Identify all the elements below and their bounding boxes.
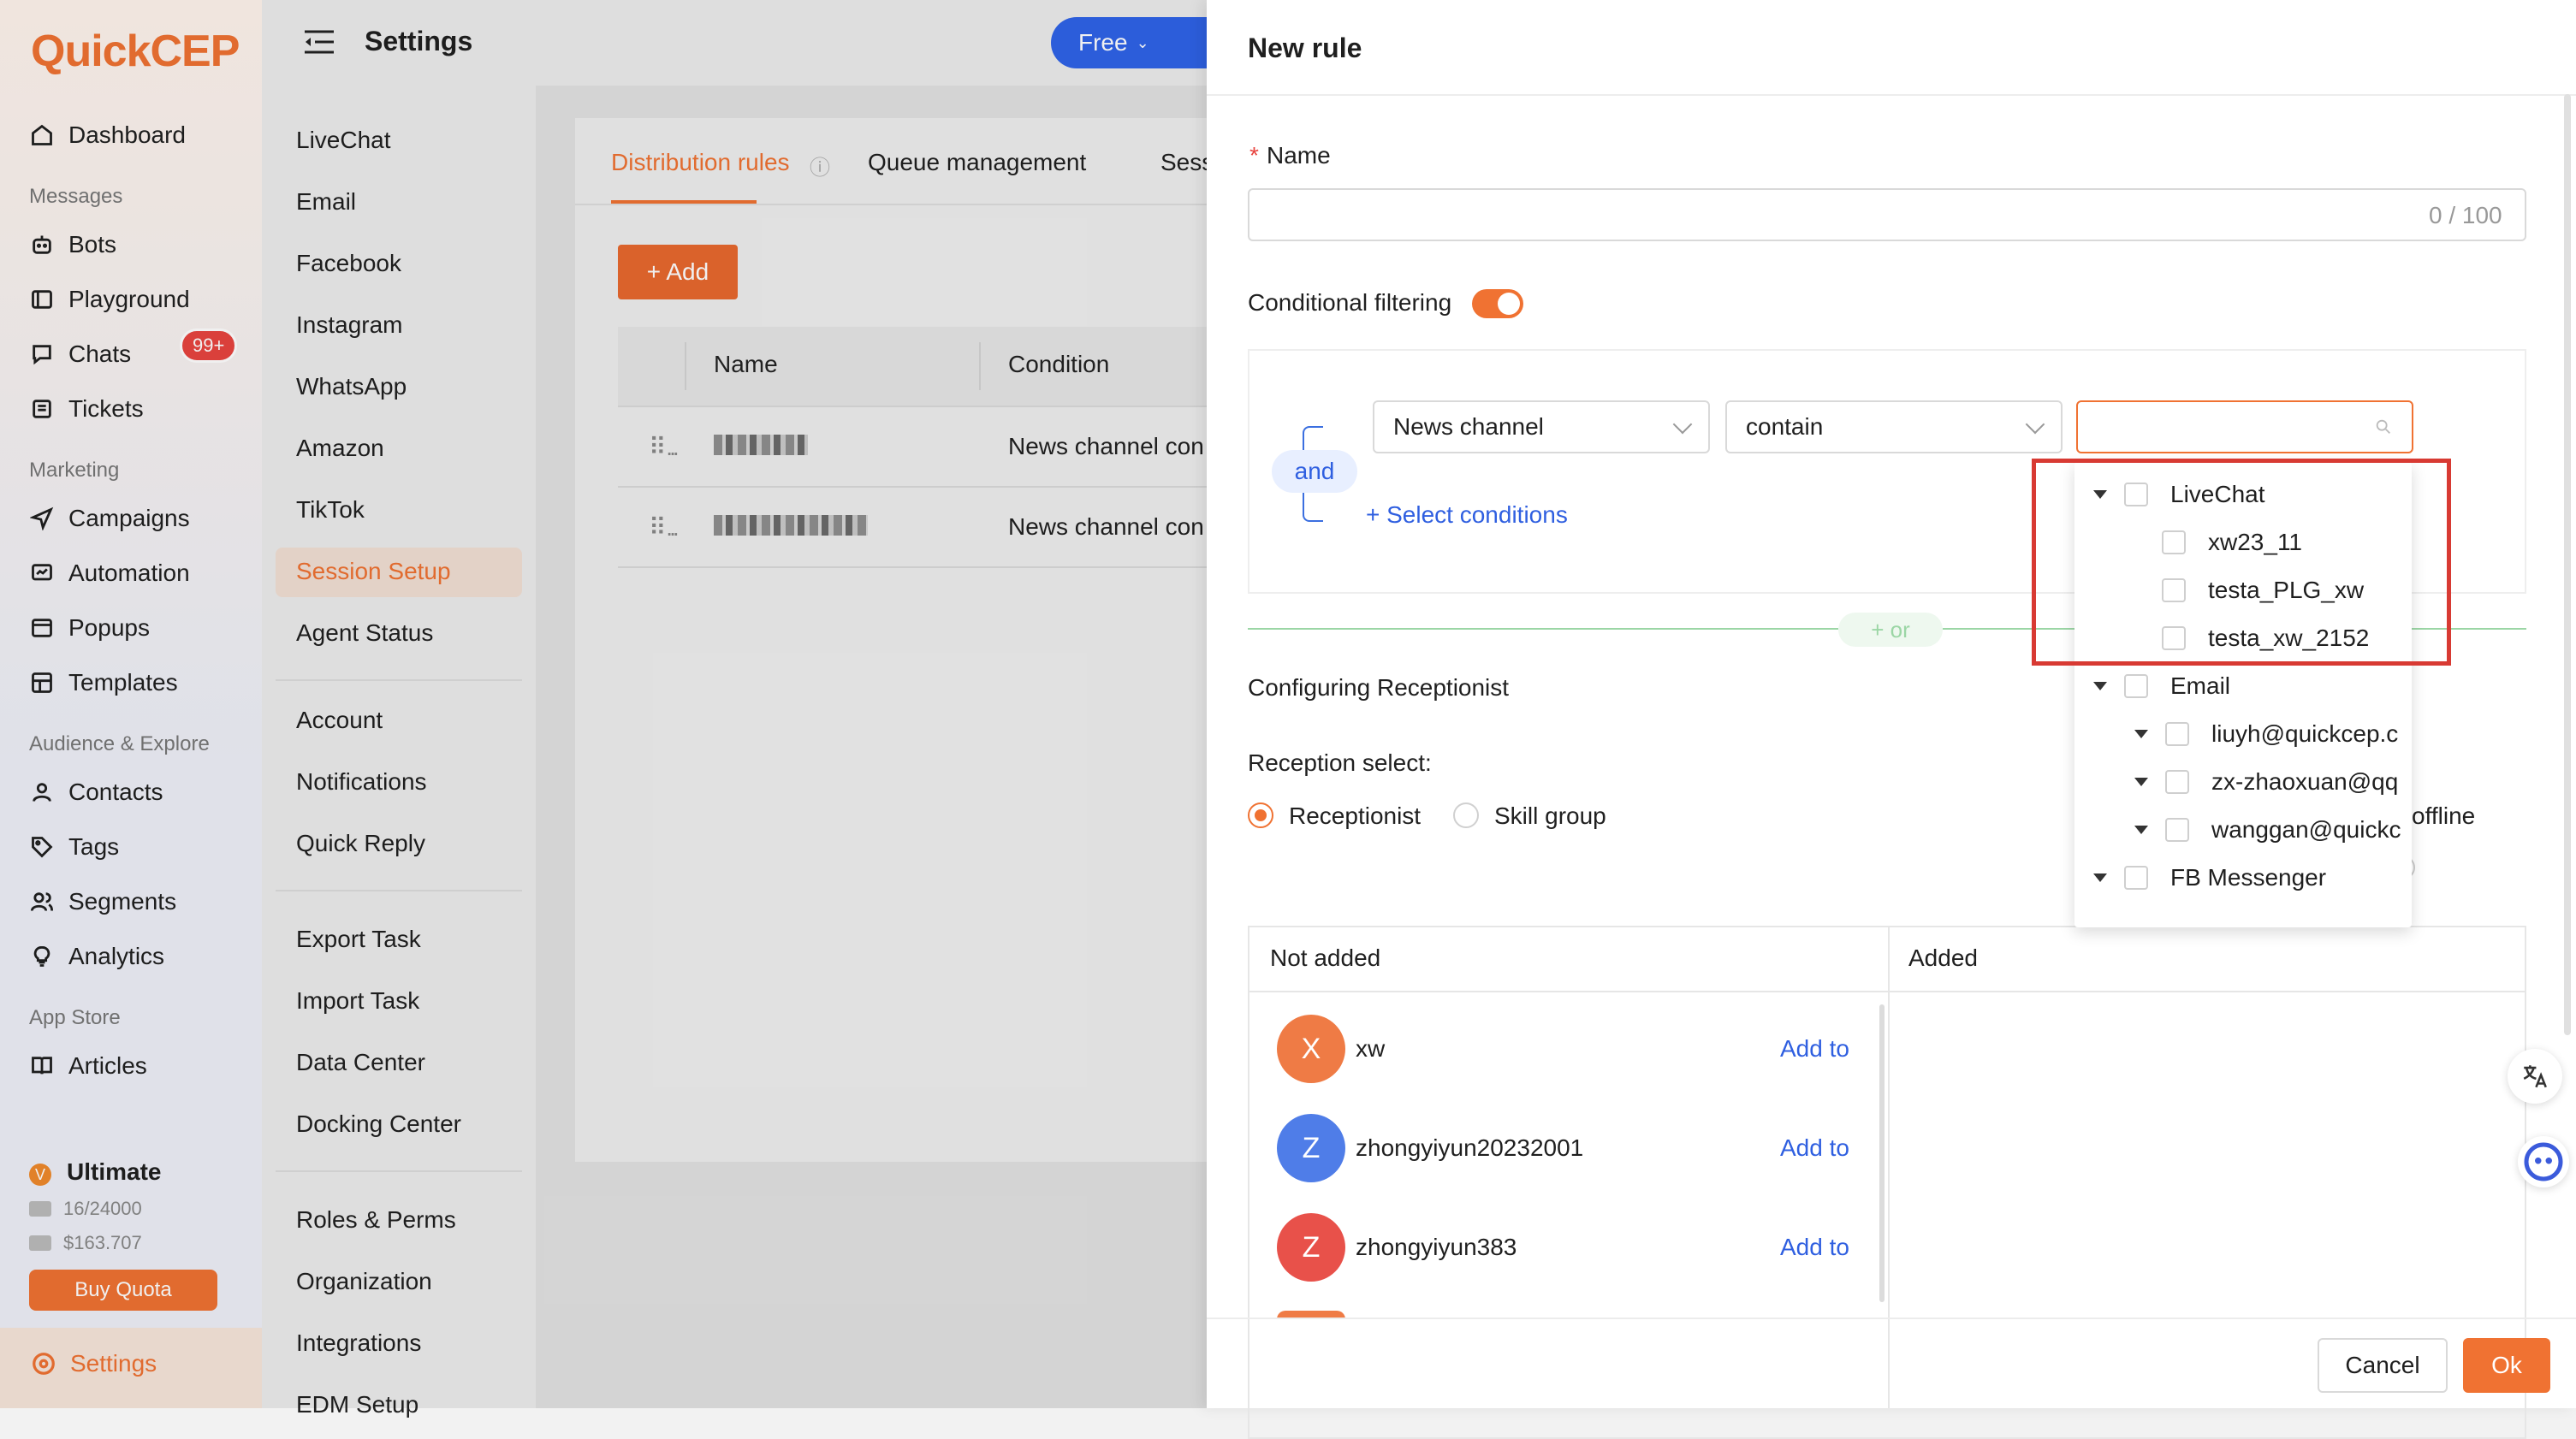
tree-checkbox[interactable] xyxy=(2165,818,2189,842)
drawer-title: New rule xyxy=(1248,33,1362,63)
transfer-header-divider xyxy=(1248,991,2526,992)
add-to-button[interactable]: Add to xyxy=(1780,1035,1849,1063)
caret-down-icon[interactable] xyxy=(2093,873,2107,882)
required-mark: * xyxy=(1249,142,1259,169)
toggle-knob xyxy=(1498,293,1520,315)
name-label: Name xyxy=(1267,142,1331,169)
skill-group-radio-label[interactable]: Skill group xyxy=(1494,802,1606,830)
skill-group-radio[interactable] xyxy=(1453,802,1479,828)
user-avatar: Z xyxy=(1277,1114,1345,1182)
user-name: xw xyxy=(1356,1035,1386,1062)
tree-leaf[interactable]: zx-zhaoxuan@qq xyxy=(2134,767,2398,797)
tree-node-label: Email xyxy=(2170,672,2231,699)
add-or-button[interactable]: + or xyxy=(1838,613,1943,647)
caret-down-icon[interactable] xyxy=(2093,682,2107,690)
transfer-scrollbar[interactable] xyxy=(1879,1004,1885,1302)
name-char-counter: 0 / 100 xyxy=(2429,202,2502,228)
tree-leaf-label: wanggan@quickc xyxy=(2211,816,2401,843)
caret-down-icon[interactable] xyxy=(2134,826,2148,834)
condition-operator-value: contain xyxy=(1746,413,1824,440)
and-operator[interactable]: and xyxy=(1272,450,1357,493)
tree-node-email[interactable]: Email xyxy=(2093,671,2230,702)
or-divider-left xyxy=(1248,628,1838,630)
not-added-header: Not added xyxy=(1270,945,1381,971)
receptionist-radio-label[interactable]: Receptionist xyxy=(1289,802,1421,830)
condition-field-value: News channel xyxy=(1393,413,1544,440)
caret-down-icon[interactable] xyxy=(2134,778,2148,786)
user-name: zhongyiyun383 xyxy=(1356,1234,1517,1260)
chevron-down-icon xyxy=(1672,414,1693,435)
modal-overlay[interactable] xyxy=(0,0,1207,1408)
drawer-scrollbar[interactable] xyxy=(2564,94,2571,1035)
conditional-filtering-toggle[interactable] xyxy=(1472,289,1523,318)
translate-icon[interactable] xyxy=(2508,1049,2562,1104)
tree-checkbox[interactable] xyxy=(2124,866,2148,890)
reception-select-label: Reception select: xyxy=(1248,749,1432,776)
condition-field-select[interactable]: News channel xyxy=(1373,400,1710,453)
annotation-highlight-box xyxy=(2032,459,2451,666)
select-conditions-link[interactable]: + Select conditions xyxy=(1366,501,1568,529)
configuring-receptionist-label: Configuring Receptionist xyxy=(1248,674,1510,701)
add-to-button[interactable]: Add to xyxy=(1780,1134,1849,1162)
ok-button[interactable]: Ok xyxy=(2463,1338,2550,1393)
tree-checkbox[interactable] xyxy=(2165,770,2189,794)
drawer-footer-divider xyxy=(1207,1318,2576,1319)
offline-option-label: offline xyxy=(2412,802,2476,829)
condition-value-search[interactable] xyxy=(2076,400,2413,453)
tree-leaf-label: zx-zhaoxuan@qq xyxy=(2211,768,2399,795)
transfer-divider xyxy=(1888,926,1890,1408)
tree-node-fb-messenger[interactable]: FB Messenger xyxy=(2093,862,2326,893)
cancel-button[interactable]: Cancel xyxy=(2318,1338,2448,1393)
tree-checkbox[interactable] xyxy=(2165,722,2189,746)
user-avatar: Z xyxy=(1277,1213,1345,1282)
caret-down-icon[interactable] xyxy=(2134,730,2148,738)
chevron-down-icon xyxy=(2025,414,2045,435)
rule-name-input[interactable] xyxy=(1248,188,2526,241)
assistant-icon[interactable] xyxy=(2518,1136,2569,1187)
condition-operator-select[interactable]: contain xyxy=(1725,400,2063,453)
added-header: Added xyxy=(1908,945,1978,971)
tree-leaf-label: liuyh@quickcep.c xyxy=(2211,720,2399,747)
receptionist-radio[interactable] xyxy=(1248,802,1273,828)
user-avatar: X xyxy=(1277,1015,1345,1083)
user-name: zhongyiyun20232001 xyxy=(1356,1134,1584,1161)
add-to-button[interactable]: Add to xyxy=(1780,1234,1849,1261)
tree-leaf[interactable]: liuyh@quickcep.c xyxy=(2134,719,2398,749)
search-icon xyxy=(2376,419,2390,434)
tree-checkbox[interactable] xyxy=(2124,674,2148,698)
tree-node-label: FB Messenger xyxy=(2170,864,2327,891)
conditional-filtering-label: Conditional filtering xyxy=(1248,289,1452,316)
tree-leaf[interactable]: wanggan@quickc xyxy=(2134,814,2401,845)
drawer-header-divider xyxy=(1207,94,2576,96)
